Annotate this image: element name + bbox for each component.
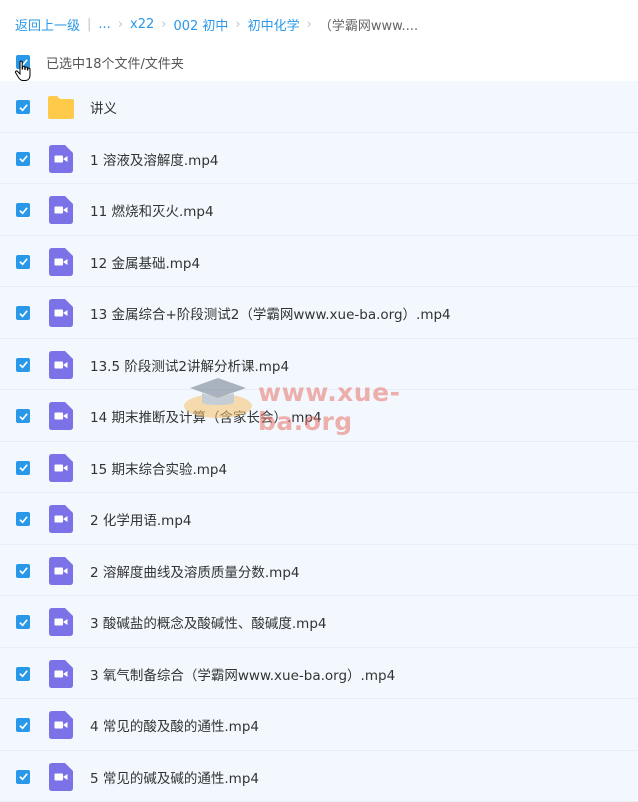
row-checkbox[interactable] (16, 461, 30, 475)
check-icon (18, 617, 29, 628)
file-name[interactable]: 15 期末综合实验.mp4 (90, 458, 227, 478)
file-row[interactable]: 3 氧气制备综合（学霸网www.xue-ba.org）.mp4 (0, 648, 638, 700)
separator: | (87, 17, 91, 32)
video-file-icon (49, 402, 73, 430)
row-checkbox[interactable] (16, 409, 30, 423)
file-row[interactable]: 4 常见的酸及酸的通性.mp4 (0, 699, 638, 751)
file-row[interactable]: 15 期末综合实验.mp4 (0, 442, 638, 494)
breadcrumb: 返回上一级 | ... › x22 › 002 初中 › 初中化学 › （学霸网… (15, 13, 418, 35)
row-checkbox[interactable] (16, 718, 30, 732)
file-row[interactable]: 11 燃烧和灭火.mp4 (0, 184, 638, 236)
video-file-icon (49, 145, 73, 173)
file-name[interactable]: 11 燃烧和灭火.mp4 (90, 200, 214, 220)
check-icon (18, 308, 29, 319)
check-icon (18, 514, 29, 525)
row-checkbox[interactable] (16, 667, 30, 681)
file-name[interactable]: 1 溶液及溶解度.mp4 (90, 149, 218, 169)
check-icon (18, 411, 29, 422)
row-checkbox[interactable] (16, 152, 30, 166)
file-row[interactable]: 13.5 阶段测试2讲解分析课.mp4 (0, 339, 638, 391)
check-icon (18, 153, 29, 164)
file-name[interactable]: 5 常见的碱及碱的通性.mp4 (90, 767, 259, 787)
video-file-icon (49, 763, 73, 791)
video-file-icon (49, 454, 73, 482)
selection-bar: 已选中18个文件/文件夹 (0, 48, 638, 76)
hand-cursor-icon (14, 60, 34, 82)
video-file-icon (49, 557, 73, 585)
file-row[interactable]: 14 期末推断及计算（含家长会）.mp4 (0, 390, 638, 442)
file-row[interactable]: 3 酸碱盐的概念及酸碱性、酸碱度.mp4 (0, 596, 638, 648)
file-list: 讲义 1 溶液及溶解度.mp4 11 燃烧和灭火.mp4 12 金属基础.mp4 13 … (0, 81, 638, 802)
check-icon (18, 102, 29, 113)
file-name[interactable]: 13 金属综合+阶段测试2（学霸网www.xue-ba.org）.mp4 (90, 303, 451, 323)
check-icon (18, 462, 29, 473)
check-icon (18, 668, 29, 679)
file-name[interactable]: 2 溶解度曲线及溶质质量分数.mp4 (90, 561, 299, 581)
file-row[interactable]: 13 金属综合+阶段测试2（学霸网www.xue-ba.org）.mp4 (0, 287, 638, 339)
breadcrumb-item-002[interactable]: 002 初中 (173, 15, 228, 34)
folder-row[interactable]: 讲义 (0, 81, 638, 133)
video-file-icon (49, 196, 73, 224)
file-row[interactable]: 1 溶液及溶解度.mp4 (0, 133, 638, 185)
breadcrumb-item-chemistry[interactable]: 初中化学 (248, 15, 300, 34)
file-name[interactable]: 3 氧气制备综合（学霸网www.xue-ba.org）.mp4 (90, 664, 395, 684)
row-checkbox[interactable] (16, 564, 30, 578)
file-name[interactable]: 讲义 (90, 97, 117, 117)
file-row[interactable]: 2 化学用语.mp4 (0, 493, 638, 545)
video-file-icon (49, 299, 73, 327)
selection-count: 已选中18个文件/文件夹 (46, 53, 184, 72)
file-name[interactable]: 13.5 阶段测试2讲解分析课.mp4 (90, 355, 289, 375)
chevron-right-icon: › (118, 17, 123, 32)
video-file-icon (49, 351, 73, 379)
breadcrumb-ellipsis[interactable]: ... (98, 17, 110, 32)
chevron-right-icon: › (161, 17, 166, 32)
row-checkbox[interactable] (16, 203, 30, 217)
video-file-icon (49, 711, 73, 739)
chevron-right-icon: › (235, 17, 240, 32)
row-checkbox[interactable] (16, 306, 30, 320)
row-checkbox[interactable] (16, 358, 30, 372)
file-row[interactable]: 12 金属基础.mp4 (0, 236, 638, 288)
check-icon (18, 256, 29, 267)
check-icon (18, 359, 29, 370)
file-name[interactable]: 12 金属基础.mp4 (90, 252, 200, 272)
breadcrumb-current: （学霸网www.... (319, 15, 418, 34)
check-icon (18, 205, 29, 216)
file-row[interactable]: 2 溶解度曲线及溶质质量分数.mp4 (0, 545, 638, 597)
file-name[interactable]: 3 酸碱盐的概念及酸碱性、酸碱度.mp4 (90, 612, 326, 632)
row-checkbox[interactable] (16, 255, 30, 269)
check-icon (18, 565, 29, 576)
row-checkbox[interactable] (16, 615, 30, 629)
breadcrumb-item-x22[interactable]: x22 (130, 17, 154, 32)
check-icon (18, 771, 29, 782)
row-checkbox[interactable] (16, 770, 30, 784)
video-file-icon (49, 608, 73, 636)
chevron-right-icon: › (307, 17, 312, 32)
check-icon (18, 720, 29, 731)
file-name[interactable]: 2 化学用语.mp4 (90, 509, 191, 529)
video-file-icon (49, 505, 73, 533)
row-checkbox[interactable] (16, 100, 30, 114)
file-row[interactable]: 5 常见的碱及碱的通性.mp4 (0, 751, 638, 802)
video-file-icon (49, 248, 73, 276)
file-name[interactable]: 4 常见的酸及酸的通性.mp4 (90, 715, 259, 735)
row-checkbox[interactable] (16, 512, 30, 526)
back-link[interactable]: 返回上一级 (15, 15, 80, 34)
folder-icon (47, 94, 75, 120)
video-file-icon (49, 660, 73, 688)
file-name[interactable]: 14 期末推断及计算（含家长会）.mp4 (90, 406, 322, 426)
